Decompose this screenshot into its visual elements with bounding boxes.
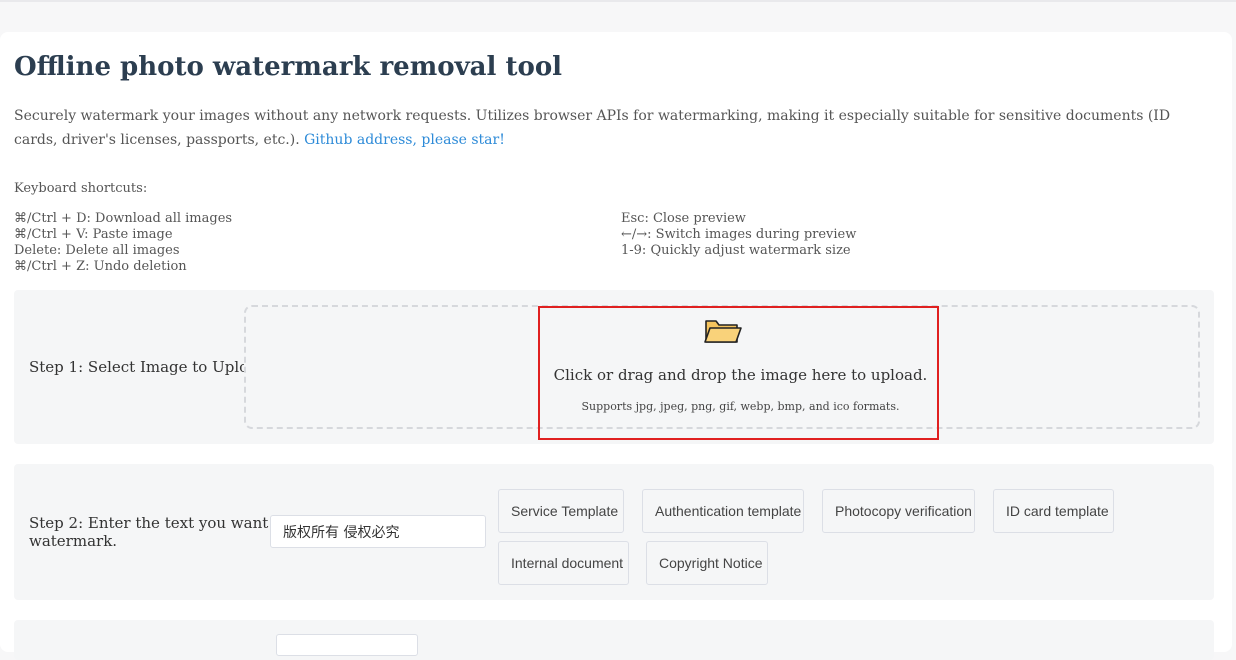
page-description: Securely watermark your images without a… (14, 104, 1214, 152)
folder-icon[interactable] (702, 316, 742, 346)
upload-instruction[interactable]: Click or drag and drop the image here to… (538, 366, 943, 384)
shortcuts-left-column: ⌘/Ctrl + D: Download all images ⌘/Ctrl +… (14, 211, 232, 275)
shortcut-item: 1-9: Quickly adjust watermark size (621, 243, 851, 258)
step2-label: Step 2: Enter the text you want to water… (29, 514, 288, 550)
step2-label-line: Step 2: Enter the text you want to (29, 514, 289, 532)
shortcut-item: Delete: Delete all images (14, 243, 180, 258)
shortcuts-right-column: Esc: Close preview ←/→: Switch images du… (621, 211, 856, 259)
watermark-text-input[interactable] (270, 515, 486, 548)
service-template-button[interactable]: Service Template (498, 489, 624, 533)
description-text: Securely watermark your images without a… (14, 108, 1171, 148)
shortcuts-heading: Keyboard shortcuts: (14, 181, 148, 196)
shortcut-item: ←/→: Switch images during preview (621, 227, 857, 242)
shortcut-item: ⌘/Ctrl + Z: Undo deletion (14, 259, 187, 274)
top-divider (0, 0, 1236, 2)
step3-input[interactable] (276, 634, 418, 656)
photocopy-verification-button[interactable]: Photocopy verification (822, 489, 975, 533)
github-link[interactable]: Github address, please star! (304, 132, 505, 148)
id-card-template-button[interactable]: ID card template (993, 489, 1114, 533)
upload-formats-note: Supports jpg, jpeg, png, gif, webp, bmp,… (581, 400, 900, 413)
shortcut-item: Esc: Close preview (621, 211, 746, 226)
authentication-template-button[interactable]: Authentication template (642, 489, 804, 533)
step1-label: Step 1: Select Image to Upload (29, 358, 267, 376)
shortcut-item: ⌘/Ctrl + D: Download all images (14, 211, 233, 226)
page-title: Offline photo watermark removal tool (14, 52, 563, 82)
step3-section (14, 620, 1214, 660)
step2-label-line: watermark. (29, 532, 118, 550)
shortcut-item: ⌘/Ctrl + V: Paste image (14, 227, 173, 242)
copyright-notice-button[interactable]: Copyright Notice (646, 541, 768, 585)
internal-document-button[interactable]: Internal document (498, 541, 629, 585)
